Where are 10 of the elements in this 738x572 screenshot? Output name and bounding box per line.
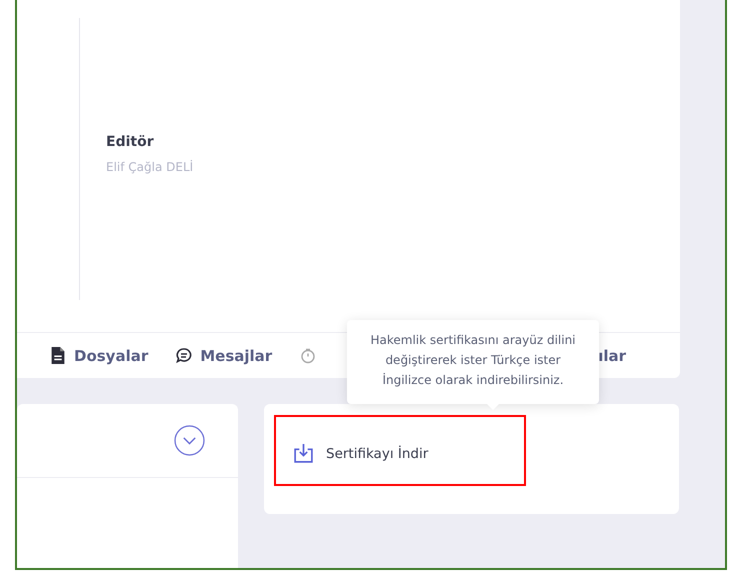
- role-label: Editör: [106, 134, 155, 150]
- editor-name: Elif Çağla DELİ: [106, 160, 194, 174]
- tab[interactable]: Dosyalar: [50, 346, 148, 364]
- chat-icon: [176, 347, 192, 364]
- tab[interactable]: Mesajlar: [176, 346, 272, 364]
- download-button[interactable]: Sertifikayı İndir: [293, 443, 428, 464]
- tab[interactable]: ılar: [598, 346, 626, 364]
- download-icon: [293, 443, 314, 464]
- document-icon: [50, 347, 66, 364]
- chevron-down-icon[interactable]: [174, 425, 205, 456]
